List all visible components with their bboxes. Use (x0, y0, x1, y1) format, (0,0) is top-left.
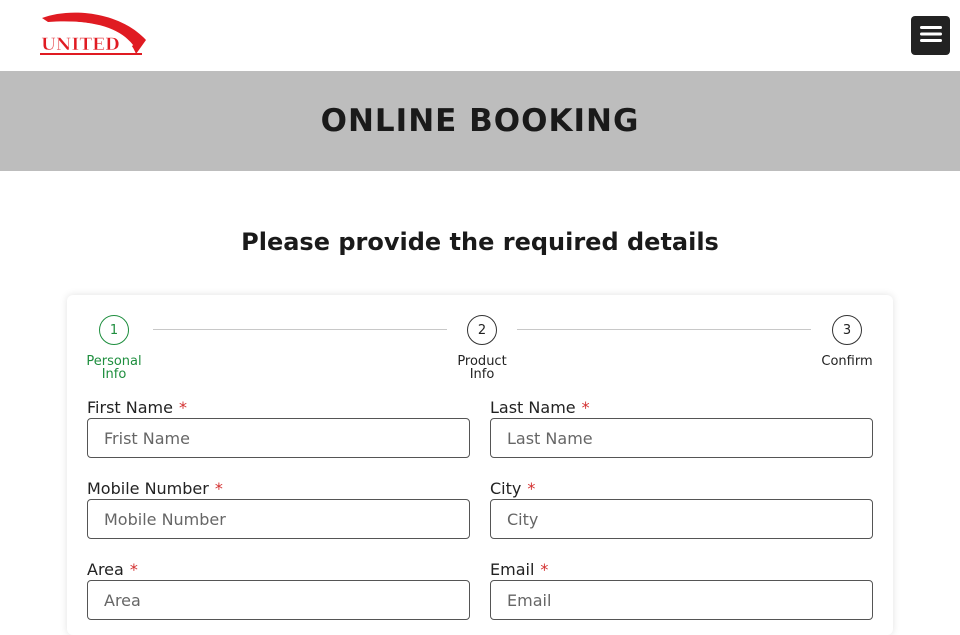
last-name-label: Last Name * (490, 398, 590, 417)
svg-text:UNITED: UNITED (41, 35, 120, 55)
first-name-input[interactable] (87, 418, 470, 458)
step-connector (517, 329, 811, 330)
city-input[interactable] (490, 499, 873, 539)
step-connector (153, 329, 447, 330)
step-number: 2 (467, 315, 497, 345)
booking-form-card: 1 Personal Info 2 Product Info 3 Confirm… (67, 295, 893, 635)
area-label: Area * (87, 560, 138, 579)
last-name-field: Last Name * (490, 398, 873, 458)
mobile-number-field: Mobile Number * (87, 479, 470, 539)
step-number: 1 (99, 315, 129, 345)
first-name-label: First Name * (87, 398, 187, 417)
first-name-field: First Name * (87, 398, 470, 458)
area-field: Area * (87, 560, 470, 620)
city-label: City * (490, 479, 536, 498)
step-label: Personal Info (86, 354, 142, 382)
required-marker: * (129, 560, 138, 579)
hamburger-menu-icon (919, 25, 942, 47)
city-field: City * (490, 479, 873, 539)
mobile-number-input[interactable] (87, 499, 470, 539)
page-title: ONLINE BOOKING (320, 103, 640, 139)
form-subtitle: Please provide the required details (241, 228, 719, 256)
page-banner: ONLINE BOOKING (0, 71, 960, 171)
required-marker: * (540, 560, 549, 579)
united-logo[interactable]: UNITED (38, 10, 150, 60)
step-personal-info[interactable]: 1 Personal Info (74, 315, 154, 381)
step-label: Confirm (821, 354, 873, 369)
step-confirm[interactable]: 3 Confirm (807, 315, 887, 368)
required-marker: * (527, 479, 536, 498)
step-number: 3 (832, 315, 862, 345)
email-field: Email * (490, 560, 873, 620)
required-marker: * (178, 398, 187, 417)
area-input[interactable] (87, 580, 470, 620)
email-input[interactable] (490, 580, 873, 620)
step-product-info[interactable]: 2 Product Info (442, 315, 522, 381)
menu-button[interactable] (911, 16, 950, 55)
site-header: UNITED (0, 0, 960, 71)
last-name-input[interactable] (490, 418, 873, 458)
required-marker: * (581, 398, 590, 417)
required-marker: * (214, 479, 223, 498)
email-label: Email * (490, 560, 549, 579)
step-label: Product Info (457, 354, 507, 382)
mobile-number-label: Mobile Number * (87, 479, 223, 498)
